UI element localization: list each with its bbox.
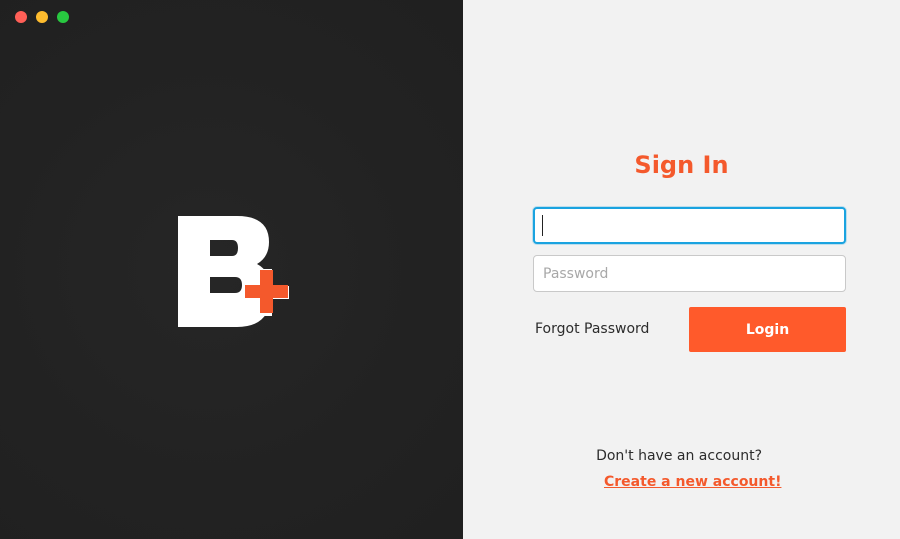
maximize-window-button[interactable] xyxy=(57,11,69,23)
minimize-window-button[interactable] xyxy=(36,11,48,23)
page-title: Sign In xyxy=(634,151,729,179)
create-account-link[interactable]: Create a new account! xyxy=(604,474,781,490)
password-input[interactable] xyxy=(533,255,846,292)
close-window-button[interactable] xyxy=(15,11,27,23)
login-button[interactable]: Login xyxy=(689,307,846,352)
brand-panel xyxy=(0,0,463,539)
no-account-prompt: Don't have an account? xyxy=(596,448,762,464)
username-input[interactable] xyxy=(533,207,846,244)
b-plus-logo-icon xyxy=(178,216,289,327)
window-controls xyxy=(15,11,69,23)
forgot-password-link[interactable]: Forgot Password xyxy=(535,321,649,337)
text-caret xyxy=(542,215,543,236)
